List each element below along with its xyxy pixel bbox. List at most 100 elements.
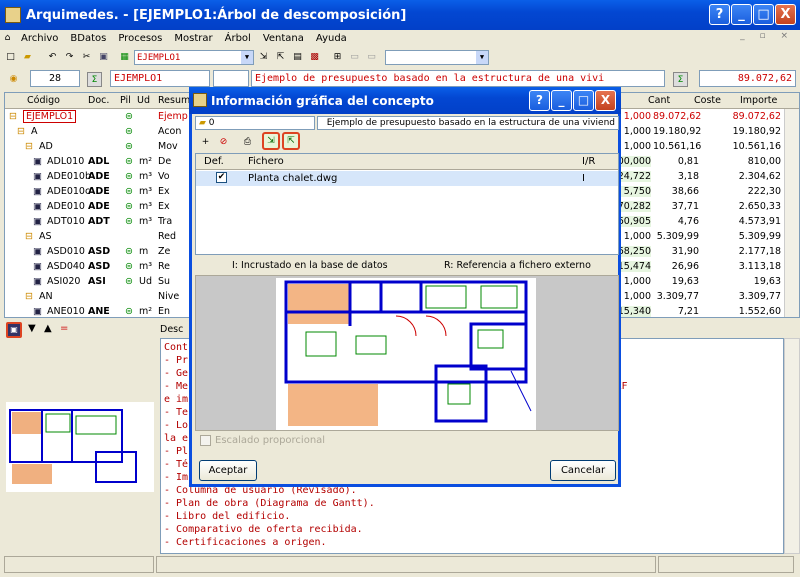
minimize-button[interactable]: _ xyxy=(731,4,752,25)
menu-procesos[interactable]: Procesos xyxy=(112,33,168,44)
menu-bar: ⌂ Archivo BDatos Procesos Mostrar Árbol … xyxy=(0,30,800,47)
accept-button[interactable]: Aceptar xyxy=(199,460,257,481)
maximize-button[interactable]: □ xyxy=(753,4,774,25)
default-checkbox[interactable]: ✔ xyxy=(216,172,227,183)
scale-label: Escalado proporcional xyxy=(215,435,326,446)
dialog-help-button[interactable]: ? xyxy=(529,90,550,111)
row-coste: 19,63 xyxy=(671,276,699,287)
code-field[interactable]: EJEMPLO1 xyxy=(110,70,210,87)
row-summary: Tra xyxy=(158,216,173,227)
view-combo[interactable]: ▼ xyxy=(385,50,489,65)
quantity-field[interactable]: 28 xyxy=(30,70,80,87)
menu-ayuda[interactable]: Ayuda xyxy=(310,33,353,44)
col-resumen[interactable]: Resum xyxy=(158,95,190,106)
cancel-button[interactable]: Cancelar xyxy=(550,460,616,481)
delete-icon[interactable]: ⊘ xyxy=(216,135,231,150)
open-icon[interactable]: ▰ xyxy=(20,50,35,65)
row-importe: 2.177,18 xyxy=(738,246,781,257)
cut-icon[interactable]: ✂ xyxy=(79,50,94,65)
import-file-icon[interactable]: ⇲ xyxy=(262,132,280,150)
col-def[interactable]: Def. xyxy=(204,156,224,167)
move-up-icon[interactable]: ▲ xyxy=(44,323,52,334)
row-coste: 5.309,99 xyxy=(656,231,699,242)
status-panel-2 xyxy=(156,556,656,573)
desc-line: - Libro del edificio. xyxy=(164,511,291,522)
chevron-down-icon[interactable]: ▼ xyxy=(476,51,488,64)
window-icon[interactable]: ▭ xyxy=(347,50,362,65)
price-type-icon[interactable]: Σ xyxy=(673,72,688,87)
concept-type-icon[interactable]: Σ xyxy=(87,72,102,87)
menu-mostrar[interactable]: Mostrar xyxy=(168,33,218,44)
menu-arbol[interactable]: Árbol xyxy=(219,33,257,44)
disk-icon[interactable]: ▣ xyxy=(96,50,111,65)
row-ud: m³ xyxy=(139,171,153,182)
graphic-info-dialog: Información gráfica del concepto ? _ □ X… xyxy=(189,87,621,487)
legend-embedded: I: Incrustado en la base de datos xyxy=(232,260,388,271)
new-icon[interactable]: □ xyxy=(3,50,18,65)
col-fichero[interactable]: Fichero xyxy=(248,156,284,167)
concept-icon: ▣ xyxy=(33,246,42,257)
doc-icon: ⊜ xyxy=(125,276,133,287)
chevron-down-icon[interactable]: ▼ xyxy=(241,51,253,64)
col-codigo[interactable]: Código xyxy=(27,95,60,106)
dialog-path-field[interactable]: ▰ 0 xyxy=(195,116,315,130)
col-cant[interactable]: Cant xyxy=(648,95,670,106)
structure-icon[interactable]: ⊞ xyxy=(330,50,345,65)
col-ir[interactable]: I/R xyxy=(582,156,595,167)
help-button[interactable]: ? xyxy=(709,4,730,25)
desc-line: - Plan de obra (Diagrama de Gantt). xyxy=(164,498,375,509)
col-ud[interactable]: Ud xyxy=(137,95,150,106)
export-file-icon[interactable]: ⇱ xyxy=(282,132,300,150)
unit-field[interactable] xyxy=(213,70,249,87)
redo-icon[interactable]: ↷ xyxy=(62,50,77,65)
dialog-minimize-button[interactable]: _ xyxy=(551,90,572,111)
main-toolbar: □ ▰ ↶ ↷ ✂ ▣ ▦ EJEMPLO1 ▼ ⇲ ⇱ ▤ ▩ ⊞ ▭ ▭ ▼ xyxy=(0,48,800,67)
col-importe[interactable]: Importe xyxy=(740,95,777,106)
window2-icon[interactable]: ▭ xyxy=(364,50,379,65)
equals-icon[interactable]: = xyxy=(60,323,68,334)
files-grid[interactable]: Def. Fichero I/R ✔ Planta chalet.dwg I xyxy=(195,153,619,255)
dialog-description-field[interactable]: Ejemplo de presupuesto basado en la estr… xyxy=(317,116,619,130)
amount-field[interactable]: 89.072,62 xyxy=(699,70,796,87)
chapter-icon: ⊟ xyxy=(25,291,33,302)
budget-combo-value: EJEMPLO1 xyxy=(137,52,181,63)
row-doc: ADT xyxy=(88,216,110,227)
row-code: ADL010 xyxy=(47,156,85,167)
row-importe: 19,63 xyxy=(753,276,781,287)
row-code: EJEMPLO1 xyxy=(23,110,77,123)
desc-scrollbar[interactable] xyxy=(784,338,800,554)
graphic-info-icon[interactable]: ▣ xyxy=(6,322,22,338)
calc-icon[interactable]: ▩ xyxy=(307,50,322,65)
print-icon[interactable]: ⎙ xyxy=(240,135,255,150)
row-code: ASD040 xyxy=(47,261,85,272)
menu-archivo[interactable]: Archivo xyxy=(15,33,64,44)
table-row[interactable]: ✔ Planta chalet.dwg I xyxy=(196,171,618,186)
dialog-maximize-button[interactable]: □ xyxy=(573,90,594,111)
summary-field[interactable]: Ejemplo de presupuesto basado en la estr… xyxy=(251,70,665,87)
add-icon[interactable]: + xyxy=(198,135,213,150)
row-code: AS xyxy=(39,231,52,242)
main-titlebar: Arquimedes. - [EJEMPLO1:Árbol de descomp… xyxy=(0,0,800,30)
close-button[interactable]: X xyxy=(775,4,796,25)
col-coste[interactable]: Coste xyxy=(694,95,721,106)
legend-reference: R: Referencia a fichero externo xyxy=(444,260,591,271)
chapter-icon: ⊟ xyxy=(25,231,33,242)
move-down-icon[interactable]: ▼ xyxy=(28,323,36,334)
doc-icon: ⊜ xyxy=(125,216,133,227)
doc-icon: ⊜ xyxy=(125,261,133,272)
undo-icon[interactable]: ↶ xyxy=(45,50,60,65)
row-ud: m² xyxy=(139,156,153,167)
menu-ventana[interactable]: Ventana xyxy=(257,33,310,44)
dialog-close-button[interactable]: X xyxy=(595,90,616,111)
col-pil[interactable]: Pil xyxy=(120,95,131,106)
budget-combo[interactable]: EJEMPLO1 ▼ xyxy=(134,50,254,65)
col-doc[interactable]: Doc. xyxy=(88,95,109,106)
menu-bdatos[interactable]: BDatos xyxy=(64,33,112,44)
mdi-controls[interactable]: _ ▫ × xyxy=(740,31,794,41)
book-icon[interactable]: ▤ xyxy=(290,50,305,65)
tree-scrollbar[interactable] xyxy=(784,109,799,317)
export-icon[interactable]: ⇲ xyxy=(256,50,271,65)
import-icon[interactable]: ⇱ xyxy=(273,50,288,65)
row-coste: 37,71 xyxy=(671,201,699,212)
scale-checkbox[interactable] xyxy=(200,435,211,446)
